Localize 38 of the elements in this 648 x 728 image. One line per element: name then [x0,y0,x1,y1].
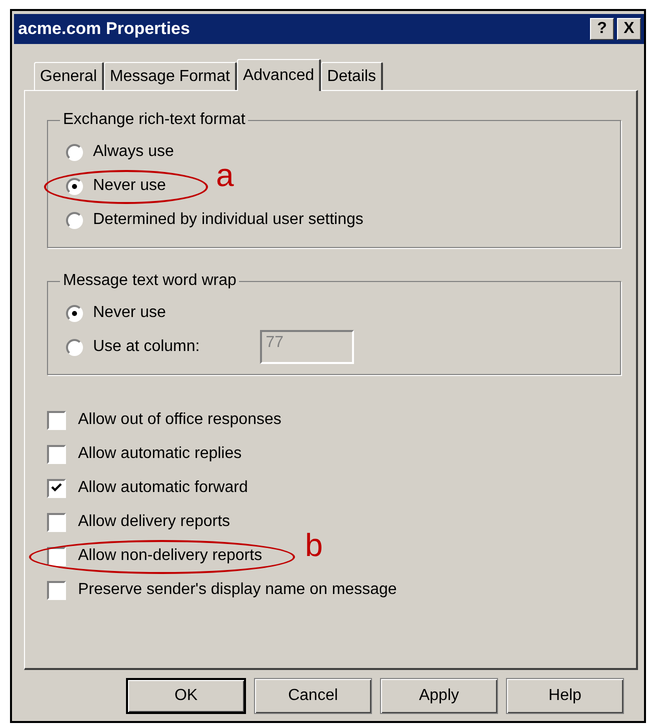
dialog-button[interactable]: OK [126,678,246,714]
group-title: Message text word wrap [62,272,238,290]
checkbox[interactable] [47,512,66,532]
checkbox-label: Allow automatic replies [78,445,242,463]
tab[interactable]: Message Format [104,62,237,90]
checkbox[interactable] [47,580,66,600]
option-label: Use at column: [93,338,200,356]
title-bar-button[interactable]: ? [590,18,614,40]
option-label: Always use [93,143,174,161]
tab[interactable]: Details [321,62,384,90]
annotation-letter: a [216,157,234,194]
group-title: Exchange rich-text format [62,111,246,129]
tab[interactable]: Advanced [236,59,322,91]
radio-button[interactable] [66,304,83,322]
checkbox[interactable] [47,444,66,464]
window-title: acme.com Properties [18,19,191,39]
checkbox-label: Allow delivery reports [78,513,230,531]
radio-button[interactable] [66,212,83,228]
checkbox[interactable] [47,410,66,430]
radio-button[interactable] [66,144,83,160]
tab[interactable]: General [34,62,104,90]
checkbox[interactable] [47,478,66,498]
option-label: Never use [93,304,166,322]
radio-button[interactable] [66,178,83,194]
checkbox-label: Allow automatic forward [78,479,248,497]
annotation-letter: b [305,527,323,564]
dialog-button[interactable]: Cancel [254,678,372,714]
title-bar-button[interactable]: X [617,18,641,40]
dialog-button[interactable]: Apply [380,678,498,714]
checkbox-label: Allow non-delivery reports [78,547,262,565]
checkbox-label: Preserve sender's display name on message [78,581,397,599]
check-icon [51,483,62,493]
checkbox[interactable] [47,546,66,566]
dialog-button[interactable]: Help [506,678,624,714]
option-label: Determined by individual user settings [93,211,364,229]
checkbox-label: Allow out of office responses [78,411,282,429]
radio-button[interactable] [66,338,83,356]
option-label: Never use [93,177,166,195]
